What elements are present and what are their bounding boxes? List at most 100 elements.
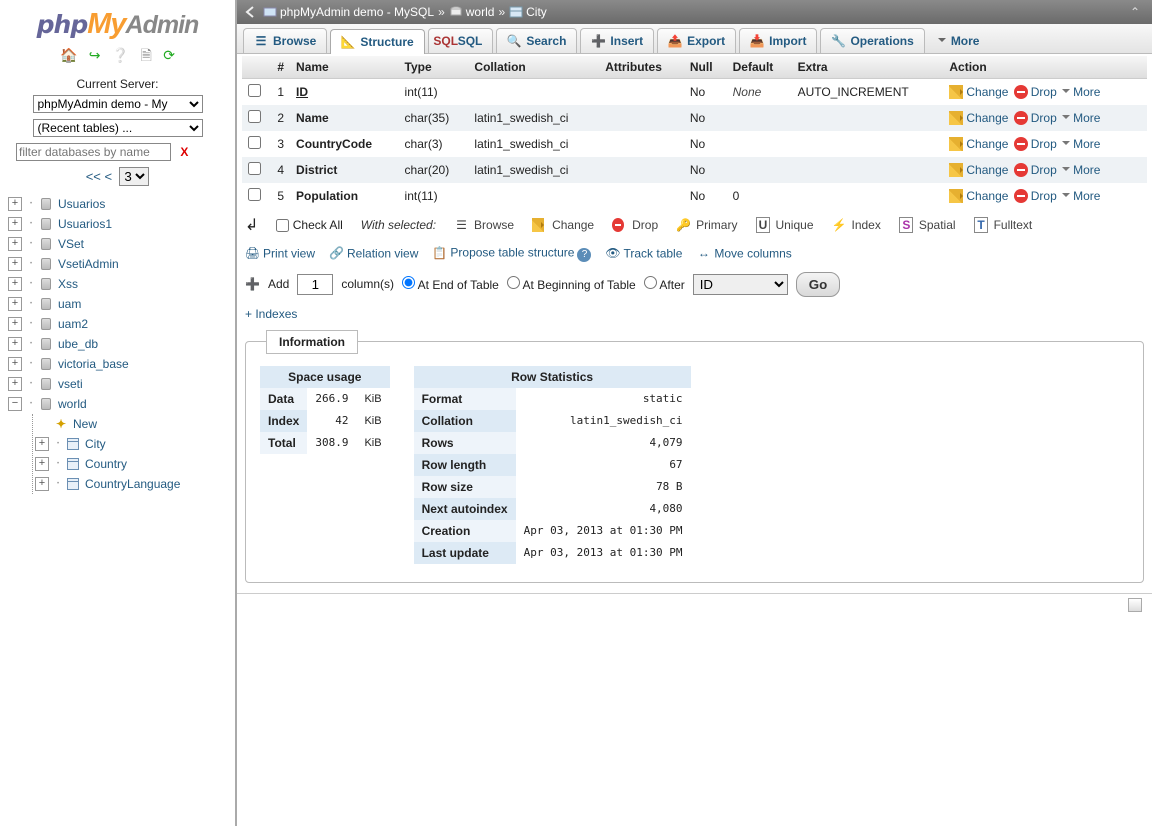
tree-item-countrylanguage[interactable]: CountryLanguage <box>85 477 180 491</box>
tree-expander[interactable]: + <box>8 197 22 211</box>
column-name[interactable]: Population <box>296 189 358 203</box>
at-end-radio[interactable] <box>402 276 415 289</box>
tree-item-usuarios[interactable]: Usuarios <box>58 197 105 211</box>
row-checkbox[interactable] <box>248 136 261 149</box>
tree-item-vseti[interactable]: vseti <box>58 377 83 391</box>
row-checkbox[interactable] <box>248 84 261 97</box>
check-all-checkbox[interactable] <box>276 219 289 232</box>
move-columns-link[interactable]: ↔Move columns <box>696 246 791 261</box>
more-link[interactable]: More <box>1062 85 1100 99</box>
propose-structure-link[interactable]: 📋Propose table structure? <box>432 245 591 262</box>
column-name[interactable]: District <box>296 163 337 177</box>
panel-divider[interactable] <box>235 0 237 826</box>
tree-item-country[interactable]: Country <box>85 457 127 471</box>
collapse-caret-icon[interactable]: ⌃ <box>1124 5 1146 19</box>
breadcrumb-server[interactable]: phpMyAdmin demo - MySQL <box>280 5 434 19</box>
after-column-select[interactable]: ID <box>693 274 788 295</box>
column-name[interactable]: Name <box>296 111 329 125</box>
tree-expander[interactable]: − <box>8 397 22 411</box>
server-select[interactable]: phpMyAdmin demo - My <box>33 95 203 113</box>
window-toggle-icon[interactable] <box>1128 598 1142 612</box>
tree-expander[interactable]: + <box>8 277 22 291</box>
drop-link[interactable]: Drop <box>1014 163 1057 177</box>
change-link[interactable]: Change <box>949 85 1008 99</box>
tree-item-new[interactable]: New <box>73 417 97 431</box>
tree-item-xss[interactable]: Xss <box>58 277 78 291</box>
tree-item-victoria_base[interactable]: victoria_base <box>58 357 129 371</box>
tree-expander[interactable]: + <box>8 317 22 331</box>
tree-expander[interactable]: + <box>8 377 22 391</box>
ws-fulltext[interactable]: TFulltext <box>974 218 1033 233</box>
tree-item-world[interactable]: world <box>58 397 87 411</box>
more-link[interactable]: More <box>1062 137 1100 151</box>
tree-expander[interactable]: + <box>8 297 22 311</box>
tree-expander[interactable]: + <box>8 357 22 371</box>
ws-change[interactable]: Change <box>532 218 594 233</box>
relation-view-link[interactable]: 🔗Relation view <box>329 246 418 261</box>
tree-item-city[interactable]: City <box>85 437 106 451</box>
drop-link[interactable]: Drop <box>1014 189 1057 203</box>
ws-spatial[interactable]: SSpatial <box>899 218 956 233</box>
ws-primary[interactable]: 🔑Primary <box>676 218 737 233</box>
pager-page-select[interactable]: 3 <box>119 167 149 186</box>
sql-doc-icon[interactable]: 🗎 <box>141 47 152 63</box>
tab-more[interactable]: More <box>928 28 990 53</box>
tab-structure[interactable]: 📐Structure <box>330 29 424 54</box>
logo[interactable]: phpMyAdmin <box>0 0 235 43</box>
reload-icon[interactable]: ⟳ <box>163 47 175 63</box>
tree-expander[interactable]: + <box>35 457 49 471</box>
tree-expander[interactable]: + <box>8 237 22 251</box>
tree-expander[interactable]: + <box>35 477 49 491</box>
tree-expander[interactable]: + <box>8 257 22 271</box>
tree-item-uam2[interactable]: uam2 <box>58 317 88 331</box>
print-view-link[interactable]: 🖨Print view <box>245 246 315 261</box>
logout-icon[interactable]: ↪ <box>89 47 101 63</box>
row-checkbox[interactable] <box>248 162 261 175</box>
tab-sql[interactable]: SQLSQL <box>428 28 494 53</box>
tab-search[interactable]: 🔍Search <box>496 28 577 53</box>
help-icon[interactable]: ❔ <box>112 47 129 63</box>
add-count-input[interactable] <box>297 274 333 295</box>
pager-prev[interactable]: << < <box>86 169 112 184</box>
change-link[interactable]: Change <box>949 111 1008 125</box>
tree-expander[interactable]: + <box>8 217 22 231</box>
ws-drop[interactable]: Drop <box>612 218 658 233</box>
after-radio[interactable] <box>644 276 657 289</box>
column-name[interactable]: CountryCode <box>296 137 372 151</box>
change-link[interactable]: Change <box>949 189 1008 203</box>
home-icon[interactable]: 🏠 <box>60 47 77 63</box>
ws-index[interactable]: ⚡Index <box>832 218 881 233</box>
breadcrumb-database[interactable]: world <box>466 5 495 19</box>
tree-item-uam[interactable]: uam <box>58 297 81 311</box>
tree-expander[interactable]: + <box>8 337 22 351</box>
help-icon[interactable]: ? <box>577 248 591 262</box>
column-name[interactable]: ID <box>296 85 308 99</box>
tab-operations[interactable]: 🔧Operations <box>820 28 924 53</box>
more-link[interactable]: More <box>1062 189 1100 203</box>
tree-item-ube_db[interactable]: ube_db <box>58 337 98 351</box>
filter-clear-button[interactable]: X <box>174 145 194 159</box>
more-link[interactable]: More <box>1062 163 1100 177</box>
ws-browse[interactable]: ☰Browse <box>454 218 514 233</box>
recent-tables-select[interactable]: (Recent tables) ... <box>33 119 203 137</box>
drop-link[interactable]: Drop <box>1014 85 1057 99</box>
filter-databases-input[interactable] <box>16 143 171 161</box>
tree-item-vsetiadmin[interactable]: VsetiAdmin <box>58 257 119 271</box>
breadcrumb-table[interactable]: City <box>526 5 547 19</box>
drop-link[interactable]: Drop <box>1014 111 1057 125</box>
at-begin-radio[interactable] <box>507 276 520 289</box>
ws-unique[interactable]: UUnique <box>755 218 813 233</box>
tab-export[interactable]: 📤Export <box>657 28 736 53</box>
row-checkbox[interactable] <box>248 110 261 123</box>
drop-link[interactable]: Drop <box>1014 137 1057 151</box>
change-link[interactable]: Change <box>949 137 1008 151</box>
tree-item-usuarios1[interactable]: Usuarios1 <box>58 217 112 231</box>
change-link[interactable]: Change <box>949 163 1008 177</box>
tab-insert[interactable]: ➕Insert <box>580 28 654 53</box>
row-checkbox[interactable] <box>248 188 261 201</box>
tab-import[interactable]: 📥Import <box>739 28 817 53</box>
tab-browse[interactable]: ☰Browse <box>243 28 327 53</box>
back-icon[interactable] <box>243 5 257 19</box>
tree-expander[interactable]: + <box>35 437 49 451</box>
indexes-toggle[interactable]: + Indexes <box>245 307 297 321</box>
